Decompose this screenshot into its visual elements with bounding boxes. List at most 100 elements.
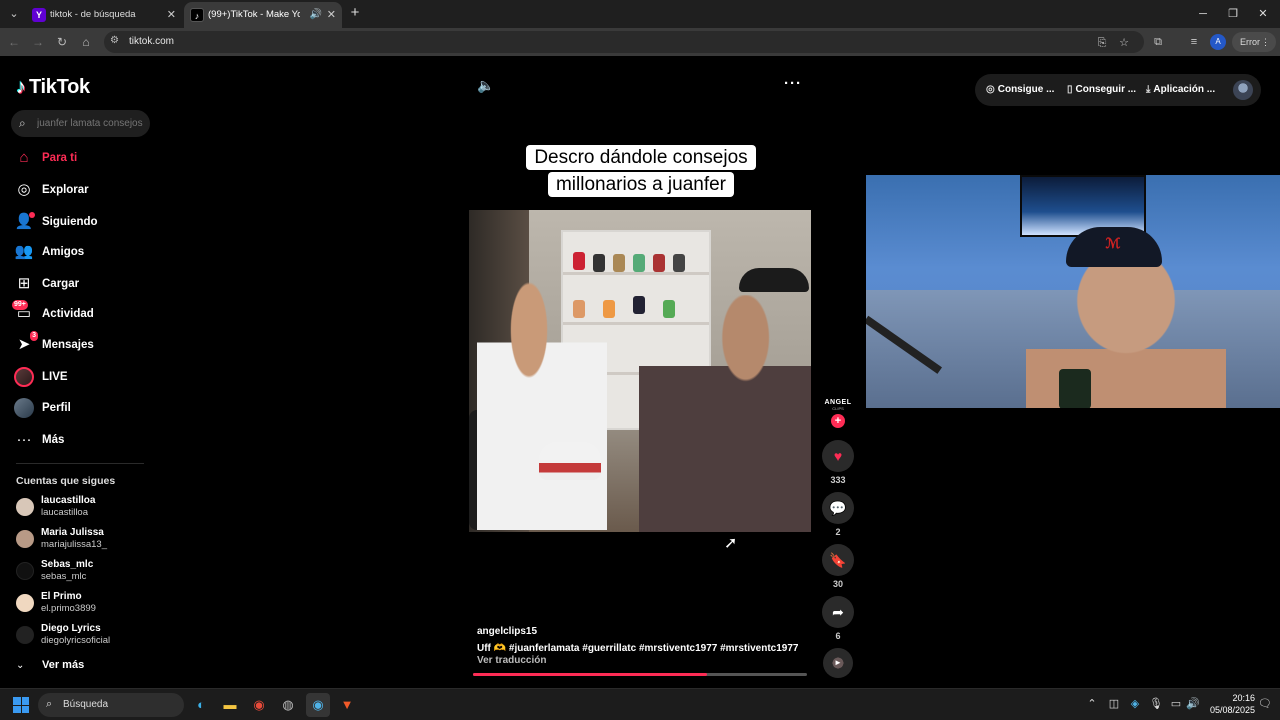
site-info-icon[interactable]: ⚙ xyxy=(110,35,119,46)
browser-tab-bar: ⌄ Y tiktok - de búsqueda ✕ ♪ (99+)TikTok… xyxy=(0,0,1280,28)
system-clock[interactable]: 20:16 05/08/2025 xyxy=(1205,692,1255,716)
activity-icon: ▭ 99+ xyxy=(12,300,32,322)
account-handle: el.primo3899 xyxy=(41,603,96,614)
back-icon[interactable]: ← xyxy=(4,32,24,52)
chrome-active-icon[interactable]: ◉ xyxy=(306,693,330,717)
nav-item-cargar[interactable]: ⊞ Cargar xyxy=(14,272,144,296)
notifications-icon[interactable]: 🗨 xyxy=(1258,697,1272,710)
nav-item-perfil[interactable]: Perfil xyxy=(14,396,144,420)
restore-window-icon[interactable]: ❐ xyxy=(1216,0,1250,28)
address-bar[interactable]: ⚙ tiktok.com ⎘ ☆ xyxy=(104,31,1144,53)
following-account[interactable]: El Primo el.primo3899 xyxy=(14,590,154,616)
edge-icon[interactable]: ◐ xyxy=(189,693,213,717)
nav-label: Para ti xyxy=(42,152,78,164)
microphone-icon[interactable]: 🎙 xyxy=(1149,697,1163,710)
search-icon: ⌕ xyxy=(46,698,53,710)
nav-item-actividad[interactable]: ▭ 99+ Actividad xyxy=(12,300,144,326)
nav-item-amigos[interactable]: 👥 Amigos xyxy=(14,240,144,264)
close-tab-icon[interactable]: ✕ xyxy=(167,2,176,28)
tiktok-favicon-icon: ♪ xyxy=(190,8,204,22)
home-icon[interactable]: ⌂ xyxy=(76,32,96,52)
tiktok-logo[interactable]: ♪ TikTok xyxy=(16,76,90,98)
tiktok-note-icon: ♪ xyxy=(16,75,26,98)
get-coins-button[interactable]: ◎ Consigue ... xyxy=(986,74,1054,106)
reload-icon[interactable]: ↻ xyxy=(52,32,72,52)
browser-tab-search[interactable]: Y tiktok - de búsqueda ✕ xyxy=(26,2,182,28)
share-icon: ➦ xyxy=(832,604,844,620)
webcam-overlay: ℳ xyxy=(866,175,1280,408)
cap-logo: ℳ xyxy=(1105,235,1121,251)
following-account[interactable]: Diego Lyrics diegolyricsoficial xyxy=(14,622,154,648)
video-frame[interactable] xyxy=(469,210,811,532)
volume-icon[interactable]: 🔈 xyxy=(477,77,494,94)
app-icon[interactable]: ◍ xyxy=(276,693,300,717)
user-avatar[interactable] xyxy=(1233,80,1253,100)
nav-item-explorar[interactable]: ◎ Explorar xyxy=(14,178,144,202)
avatar xyxy=(16,626,34,644)
browser-tab-tiktok[interactable]: ♪ (99+)TikTok - Make Your Da 🔊 ✕ xyxy=(184,2,342,28)
comment-button[interactable]: 💬 xyxy=(822,492,854,524)
tray-app-icon[interactable]: ◫ xyxy=(1107,697,1121,710)
desktop-app-button[interactable]: ⤓ Aplicación ... xyxy=(1146,74,1215,106)
close-tab-icon[interactable]: ✕ xyxy=(327,2,336,28)
see-translation-link[interactable]: Ver traducción xyxy=(477,655,546,666)
forward-icon[interactable]: → xyxy=(28,32,48,52)
tab-search-menu-icon[interactable]: ⌄ xyxy=(4,4,24,24)
brave-icon[interactable]: ▼ xyxy=(335,693,359,717)
extensions-icon[interactable]: ⧉ xyxy=(1150,34,1166,50)
defender-icon[interactable]: ◈ xyxy=(1128,697,1142,710)
speaker-icon[interactable]: 🔊 xyxy=(1186,697,1200,710)
minimize-window-icon[interactable]: ─ xyxy=(1186,0,1220,28)
browser-error-button[interactable]: Error ⋮ xyxy=(1232,32,1276,52)
browser-menu-icon[interactable]: ⋮ xyxy=(1261,32,1270,52)
new-tab-button[interactable]: + xyxy=(346,4,364,22)
nav-item-mas[interactable]: ··· Más xyxy=(14,428,144,452)
tiktok-wordmark: TikTok xyxy=(29,75,90,98)
nav-item-para-ti[interactable]: ⌂ Para ti xyxy=(14,146,144,170)
account-name: Sebas_mlc xyxy=(41,559,94,570)
see-more-button[interactable]: ⌄ Ver más xyxy=(16,657,84,673)
share-button[interactable]: ➦ xyxy=(822,596,854,628)
nav-item-mensajes[interactable]: ➤ 3 Mensajes xyxy=(14,331,144,357)
file-explorer-icon[interactable]: ▬ xyxy=(218,693,242,717)
show-hidden-icons-icon[interactable]: ⌃ xyxy=(1085,697,1099,710)
search-input[interactable] xyxy=(37,115,145,132)
tab-audio-icon[interactable]: 🔊 xyxy=(310,2,322,28)
search-box[interactable]: ⌕ xyxy=(11,110,150,137)
nav-item-live[interactable]: LIVE xyxy=(14,365,144,389)
nav-item-siguiendo[interactable]: 👤 Siguiendo xyxy=(14,210,144,234)
music-disc-icon[interactable]: ► xyxy=(823,648,853,678)
save-button[interactable]: 🔖 xyxy=(822,544,854,576)
following-account[interactable]: Maria Julissa mariajulissa13_ xyxy=(14,526,154,552)
install-app-icon[interactable]: ⎘ xyxy=(1094,35,1110,51)
notification-dot xyxy=(29,212,35,218)
tiktok-page: ♪ TikTok ⌕ ⌂ Para ti ◎ Explorar 👤 Siguie… xyxy=(0,57,1280,688)
upload-icon: ⊞ xyxy=(17,275,31,292)
taskbar-search[interactable]: ⌕ Búsqueda xyxy=(38,693,184,717)
close-window-icon[interactable]: ✕ xyxy=(1246,0,1280,28)
chrome-icon[interactable]: ◉ xyxy=(247,693,271,717)
following-account[interactable]: laucastilloa laucastilloa xyxy=(14,494,154,520)
follow-plus-icon[interactable]: + xyxy=(831,414,845,428)
creator-avatar[interactable]: ANGEL CLIPS xyxy=(823,399,853,411)
account-name: Diego Lyrics xyxy=(41,623,101,634)
like-button[interactable]: ♥ xyxy=(822,440,854,472)
top-action-label: Conseguir ... xyxy=(1075,84,1137,95)
following-account[interactable]: Sebas_mlc sebas_mlc xyxy=(14,558,154,584)
reading-list-icon[interactable]: ≡ xyxy=(1186,34,1202,50)
bookmark-icon: 🔖 xyxy=(829,552,847,568)
profile-avatar[interactable]: A xyxy=(1210,34,1226,50)
friends-icon: 👥 xyxy=(14,243,34,260)
windows-start-icon[interactable] xyxy=(13,697,29,713)
bookmark-star-icon[interactable]: ☆ xyxy=(1116,35,1132,51)
yahoo-favicon-icon: Y xyxy=(32,8,46,22)
nav-label: Siguiendo xyxy=(42,216,98,228)
video-author[interactable]: angelclips15 xyxy=(477,626,537,637)
stream-can xyxy=(1059,369,1091,408)
creator-avatar-subtext: CLIPS xyxy=(832,406,844,411)
network-icon[interactable]: ▭ xyxy=(1169,697,1183,710)
creator-avatar-text: ANGEL xyxy=(824,399,852,406)
more-options-icon[interactable]: ··· xyxy=(784,75,802,92)
video-progress-bar[interactable] xyxy=(473,673,807,676)
get-app-button[interactable]: ▯ Conseguir ... xyxy=(1067,74,1136,106)
